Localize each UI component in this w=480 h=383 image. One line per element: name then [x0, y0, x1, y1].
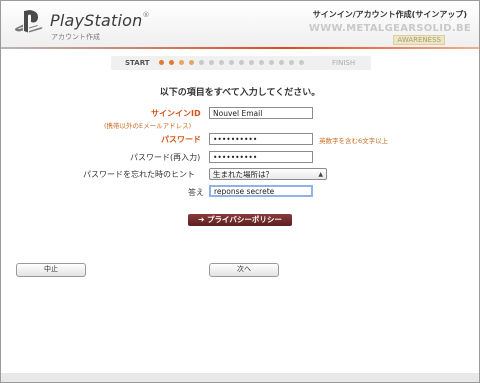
brand-subtitle: アカウント作成	[51, 33, 100, 41]
watermark-tag: AWARENESS	[393, 35, 445, 45]
progress-dot	[289, 60, 294, 65]
bottom-bar	[1, 373, 479, 382]
header: PlayStation® アカウント作成 サインイン/アカウント作成(サインアッ…	[1, 1, 479, 47]
progress-dot	[199, 60, 204, 65]
page-title: サインイン/アカウント作成(サインアップ)	[312, 10, 467, 19]
playstation-logo-icon	[15, 10, 43, 33]
password-hint-selected-value: 生まれた場所は？	[213, 170, 273, 179]
cancel-button[interactable]: 中止	[16, 263, 86, 277]
progress-dot	[279, 60, 284, 65]
signin-id-label: サインインID	[151, 109, 201, 118]
progress-dot	[169, 60, 174, 65]
signin-id-input[interactable]: Nouvel Email	[209, 107, 313, 119]
signin-id-sublabel: (携帯以外のEメールアドレス)	[104, 122, 192, 130]
progress-dot	[299, 60, 304, 65]
progress-dot	[239, 60, 244, 65]
progress-dot	[209, 60, 214, 65]
brand-registered-mark: ®	[142, 11, 150, 19]
progress-dots	[159, 59, 304, 65]
progress-finish-label: FINISH	[332, 59, 356, 67]
browser-frame: PlayStation® アカウント作成 サインイン/アカウント作成(サインアッ…	[0, 0, 480, 383]
password-confirm-input[interactable]: ••••••••••	[209, 151, 313, 163]
progress-dot	[269, 60, 274, 65]
header-accent-line	[1, 47, 479, 49]
progress-dot	[249, 60, 254, 65]
password-input[interactable]: ••••••••••	[209, 133, 313, 145]
form-instruction: 以下の項目をすべて入力してください。	[159, 88, 321, 98]
password-hint-select[interactable]: 生まれた場所は？ ▲	[209, 168, 327, 180]
select-arrows-icon: ▲	[318, 171, 323, 178]
password-requirement-note: 英数字を含む6文字以上	[319, 137, 389, 145]
privacy-policy-button[interactable]: ➔ プライバシーポリシー	[188, 214, 292, 226]
progress-start-label: START	[125, 59, 150, 67]
answer-label: 答え	[188, 188, 204, 197]
next-button[interactable]: 次へ	[209, 263, 279, 277]
progress-dot	[159, 60, 164, 65]
password-hint-label: パスワードを忘れた時のヒント	[83, 170, 195, 179]
password-confirm-label: パスワード(再入力)	[130, 153, 201, 162]
progress-dot	[179, 60, 184, 65]
progress-dot	[229, 60, 234, 65]
brand-name: PlayStation®	[50, 11, 150, 30]
progress-dot	[219, 60, 224, 65]
password-label: パスワード	[161, 135, 201, 144]
watermark-text: WWW.METALGEARSOLID.BE	[308, 23, 471, 34]
answer-input[interactable]: reponse secrete	[209, 185, 313, 197]
progress-dot	[259, 60, 264, 65]
progress-indicator: START FINISH	[111, 56, 371, 70]
progress-dot	[189, 60, 194, 65]
